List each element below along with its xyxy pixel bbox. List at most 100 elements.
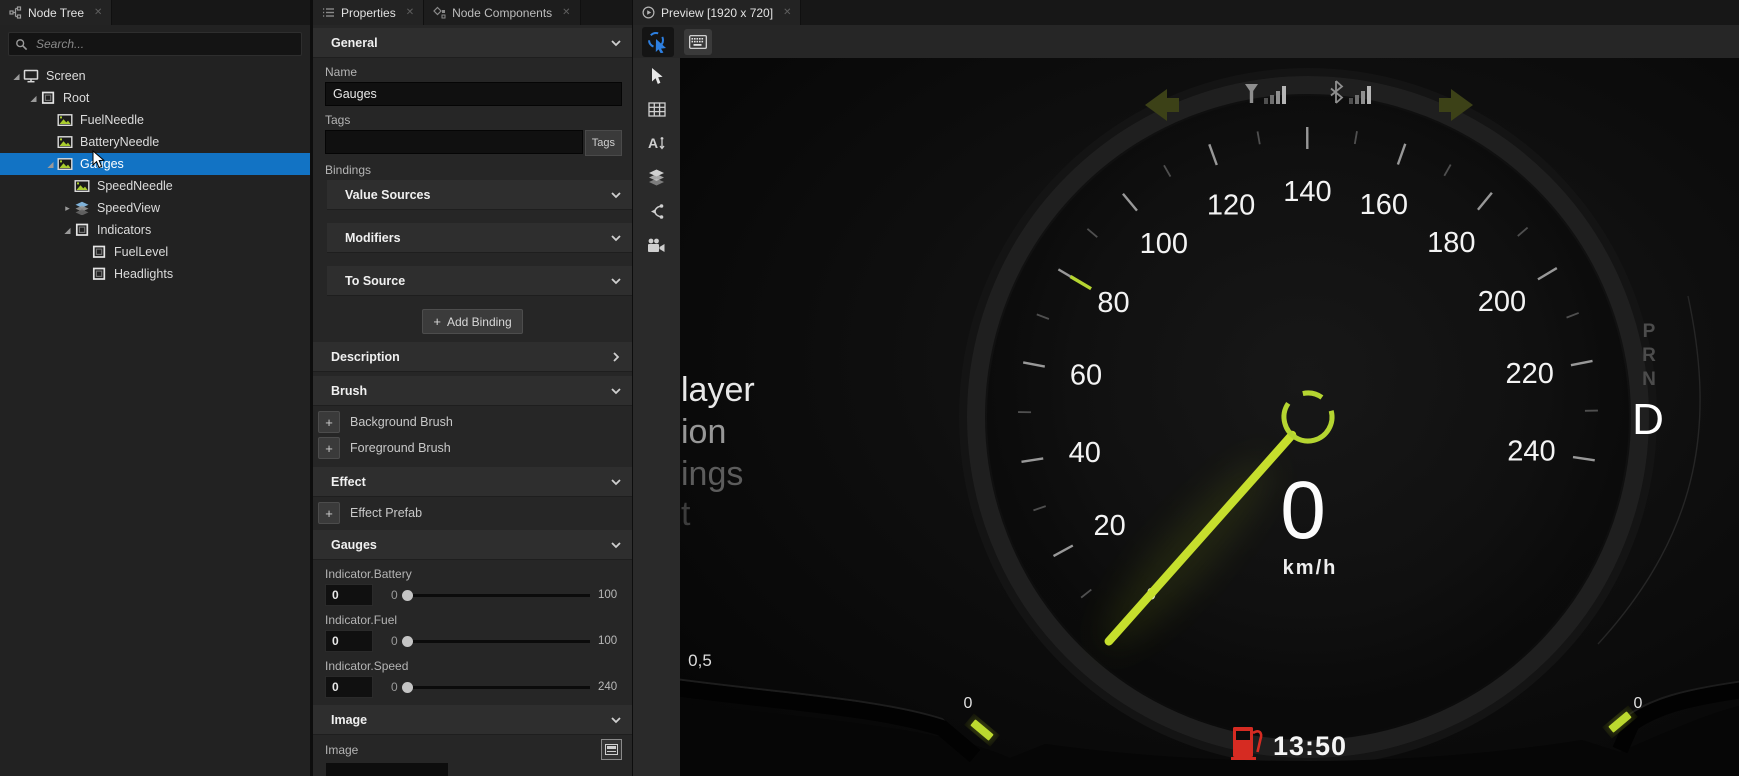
magnifier-icon: [15, 38, 28, 51]
menu-fragment-layer: layer: [681, 371, 755, 409]
slider-handle[interactable]: [402, 682, 413, 693]
expander-open-icon[interactable]: ◢: [27, 94, 40, 103]
speed-value: 0: [1280, 465, 1326, 556]
tree-item-indicators[interactable]: ◢Indicators: [0, 219, 310, 241]
layers-tool-icon[interactable]: [647, 168, 666, 187]
close-icon[interactable]: ✕: [94, 7, 102, 18]
add-effect-button[interactable]: +: [318, 502, 340, 524]
slider-track[interactable]: [404, 594, 590, 597]
add-brush-button[interactable]: +: [318, 437, 340, 459]
tree-item-speedneedle[interactable]: SpeedNeedle: [0, 175, 310, 197]
tags-label: Tags: [325, 113, 632, 127]
binding-group-label: Value Sources: [345, 188, 430, 202]
close-icon[interactable]: ✕: [406, 7, 414, 18]
tree-item-fuellevel[interactable]: FuelLevel: [0, 241, 310, 263]
slider-label-indicator.fuel: Indicator.Fuel: [325, 613, 632, 627]
menu-fragment-ings: ings: [681, 455, 743, 493]
connections-tool-icon[interactable]: [647, 202, 666, 221]
slider-track[interactable]: [404, 686, 590, 689]
close-icon[interactable]: ✕: [562, 7, 570, 18]
dial-number-60: 60: [1070, 359, 1102, 391]
tab-properties[interactable]: Properties ✕: [313, 0, 424, 25]
play-circle-icon: [642, 6, 655, 19]
tags-field[interactable]: [325, 130, 583, 154]
slider-value-field[interactable]: 0: [325, 676, 373, 698]
slider-handle[interactable]: [402, 636, 413, 647]
section-brush[interactable]: Brush: [313, 376, 632, 406]
effect-label: Effect Prefab: [350, 506, 422, 520]
slider-value-field[interactable]: 0: [325, 584, 373, 606]
search-box[interactable]: [8, 32, 302, 56]
gear-p: P: [1643, 321, 1656, 342]
add-brush-button[interactable]: +: [318, 411, 340, 433]
chevron-down-icon: [610, 275, 622, 287]
layers-icon: [74, 201, 91, 215]
tree-item-batteryneedle[interactable]: BatteryNeedle: [0, 131, 310, 153]
expander-open-icon[interactable]: ◢: [61, 226, 74, 235]
tree-item-label: Root: [63, 91, 89, 105]
tags-button[interactable]: Tags: [585, 130, 622, 156]
tree-item-gauges[interactable]: ◢Gauges: [0, 153, 310, 175]
chevron-down-icon: [610, 539, 622, 551]
name-value: Gauges: [333, 87, 377, 101]
tab-preview[interactable]: Preview [1920 x 720] ✕: [633, 0, 801, 25]
tree-item-label: FuelLevel: [114, 245, 168, 259]
expander-closed-icon[interactable]: ▸: [61, 203, 74, 214]
image-icon: [74, 179, 91, 193]
name-label: Name: [325, 65, 632, 79]
slider-handle[interactable]: [402, 590, 413, 601]
image-thumbnail[interactable]: [326, 763, 448, 776]
tree-item-screen[interactable]: ◢ Screen: [0, 65, 310, 87]
preview-viewport[interactable]: 020406080100120140160180200220240: [680, 58, 1739, 776]
close-icon[interactable]: ✕: [783, 7, 791, 18]
image-picker-button[interactable]: [601, 739, 622, 760]
add-binding-button[interactable]: + Add Binding: [422, 309, 522, 334]
section-description[interactable]: Description: [313, 342, 632, 372]
camera-tool-icon[interactable]: [647, 236, 666, 255]
grid-tool-icon[interactable]: [647, 100, 666, 119]
frame-icon: [74, 223, 91, 237]
menu-fragment-t: t: [681, 495, 690, 533]
section-gauges[interactable]: Gauges: [313, 530, 632, 560]
tab-node-tree[interactable]: Node Tree ✕: [0, 0, 112, 25]
tree-item-label: Screen: [46, 69, 86, 83]
tab-preview-label: Preview [1920 x 720]: [661, 6, 773, 20]
dial-number-140: 140: [1283, 176, 1331, 208]
slider-value-field[interactable]: 0: [325, 630, 373, 652]
slider-max-label: 240: [598, 681, 622, 693]
battery-gauge-zero-label: 0: [1634, 695, 1643, 712]
section-effect[interactable]: Effect: [313, 467, 632, 497]
section-image[interactable]: Image: [313, 705, 632, 735]
dial-number-160: 160: [1360, 189, 1408, 221]
dial-number-40: 40: [1069, 437, 1101, 469]
search-input[interactable]: [34, 36, 295, 52]
expander-open-icon[interactable]: ◢: [44, 160, 57, 169]
binding-group-to-source[interactable]: To Source: [327, 266, 632, 296]
search-row: [0, 25, 310, 62]
menu-fragment-ion: ion: [681, 413, 726, 451]
dial-number-120: 120: [1207, 189, 1255, 221]
tab-node-components[interactable]: Node Components ✕: [424, 0, 580, 25]
binding-group-modifiers[interactable]: Modifiers: [327, 223, 632, 253]
click-tool-button[interactable]: [642, 27, 674, 57]
text-tool-icon[interactable]: A: [647, 134, 666, 153]
slider-track[interactable]: [404, 640, 590, 643]
name-field[interactable]: Gauges: [325, 82, 622, 106]
image-icon: [57, 157, 74, 171]
preview-toolbar: [633, 25, 1739, 58]
keyboard-tool-button[interactable]: [684, 29, 712, 55]
slider-max-label: 100: [598, 589, 622, 601]
node-tree-list: ◢ Screen ◢ Root FuelNeedleBatteryNeedle◢Gaug…: [0, 62, 310, 285]
tree-item-speedview[interactable]: ▸SpeedView: [0, 197, 310, 219]
tree-item-headlights[interactable]: Headlights: [0, 263, 310, 285]
tree-item-root[interactable]: ◢ Root: [0, 87, 310, 109]
fuel-gauge-max-label: 0,5: [688, 651, 712, 670]
section-general[interactable]: General: [313, 28, 632, 58]
preview-tabbar: Preview [1920 x 720] ✕: [633, 0, 1739, 25]
tree-item-fuelneedle[interactable]: FuelNeedle: [0, 109, 310, 131]
expander-open-icon[interactable]: ◢: [10, 72, 23, 81]
gear-active: D: [1632, 395, 1664, 444]
binding-group-value-sources[interactable]: Value Sources: [327, 180, 632, 210]
section-effect-label: Effect: [331, 475, 366, 489]
pointer-tool-icon[interactable]: [647, 66, 666, 85]
